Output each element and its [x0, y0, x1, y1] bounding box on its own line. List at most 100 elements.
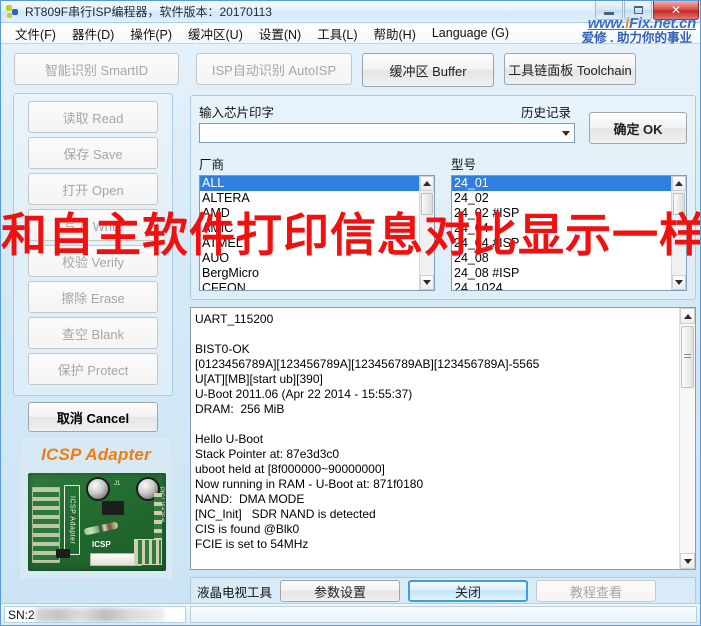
scrollbar-thumb[interactable]	[421, 193, 433, 215]
device-select-panel: 输入芯片印字 历史记录 确定 OK 厂商 ALL ALTERA AMD AMIC…	[190, 95, 696, 300]
close-button[interactable]: ✕	[653, 1, 699, 20]
minimize-icon	[604, 11, 614, 15]
parameter-settings-button[interactable]: 参数设置	[280, 580, 401, 602]
toolchain-button[interactable]: 工具链面板 Toolchain	[504, 53, 636, 85]
tutorial-button[interactable]: 教程查看	[536, 580, 657, 602]
bottom-toolbar: 液晶电视工具 参数设置 关闭 教程查看	[190, 577, 696, 605]
operations-group: 读取 Read 保存 Save 打开 Open 写入 Write 校验 Veri…	[13, 93, 173, 396]
pcb-pads-icon	[134, 539, 162, 565]
chip-combo-labels: 输入芯片印字 历史记录	[199, 102, 575, 121]
autoisp-button[interactable]: ISP自动识别 AutoISP	[196, 53, 352, 85]
ic-chip-icon	[102, 501, 124, 515]
adapter-title: ICSP Adapter	[41, 445, 151, 464]
chip-search-input[interactable]	[200, 125, 558, 141]
log-text: UART_115200 BIST0-OK [0123456789A][12345…	[195, 312, 540, 551]
list-item[interactable]: AUO	[200, 251, 419, 266]
title-bar: RT809F串行ISP编程器，软件版本：20170113 ✕	[1, 1, 700, 23]
model-listbox[interactable]: 24_01 24_02 24_02 #ISP 24_04 24_04 #ISP …	[451, 175, 687, 291]
manufacturer-column: 厂商 ALL ALTERA AMD AMIC ATMEL AUO BergMic…	[199, 154, 435, 291]
list-item[interactable]: 24_04 #ISP	[452, 236, 671, 251]
window-title: RT809F串行ISP编程器，软件版本：20170113	[25, 5, 272, 19]
pcb-silkscreen-text: ICSP Adapter	[64, 485, 80, 555]
list-item[interactable]: ALTERA	[200, 191, 419, 206]
cancel-button[interactable]: 取消 Cancel	[28, 402, 158, 432]
lists-row: 厂商 ALL ALTERA AMD AMIC ATMEL AUO BergMic…	[199, 154, 687, 291]
menu-item-help[interactable]: 帮助(H)	[366, 22, 424, 45]
ok-button[interactable]: 确定 OK	[589, 112, 687, 144]
main-body: 智能识别 SmartID 读取 Read 保存 Save 打开 Open 写入 …	[1, 44, 700, 624]
pcb-connector-label: ICSP	[92, 540, 111, 549]
chip-search-combobox[interactable]	[199, 123, 575, 143]
write-button[interactable]: 写入 Write	[28, 209, 158, 241]
list-item[interactable]: 24_1024	[452, 281, 671, 290]
menu-item-device[interactable]: 器件(D)	[64, 22, 122, 45]
save-button[interactable]: 保存 Save	[28, 137, 158, 169]
read-button[interactable]: 读取 Read	[28, 101, 158, 133]
list-item[interactable]: 24_08 #ISP	[452, 266, 671, 281]
scroll-up-icon[interactable]	[680, 308, 695, 324]
top-toolbar: ISP自动识别 AutoISP 缓冲区 Buffer 工具链面板 Toolcha…	[190, 48, 696, 87]
icsp-adapter-image: ICSP Adapter ICSP Adapter ICSP J1 PIC12F…	[19, 436, 173, 580]
verify-button[interactable]: 校验 Verify	[28, 245, 158, 277]
scroll-down-icon[interactable]	[672, 275, 686, 290]
open-button[interactable]: 打开 Open	[28, 173, 158, 205]
resistor-icon	[83, 521, 119, 536]
list-item[interactable]: 24_02 #ISP	[452, 206, 671, 221]
scroll-up-icon[interactable]	[672, 176, 686, 191]
ic-chip-icon	[56, 549, 70, 558]
smartid-button[interactable]: 智能识别 SmartID	[14, 53, 179, 85]
list-item[interactable]: 24_08	[452, 251, 671, 266]
menu-item-tools[interactable]: 工具(L)	[309, 22, 365, 45]
blank-check-button[interactable]: 查空 Blank	[28, 317, 158, 349]
chip-combo-wrap: 输入芯片印字 历史记录	[199, 102, 575, 143]
list-item[interactable]: 24_04	[452, 221, 671, 236]
maximize-button[interactable]	[624, 1, 652, 20]
model-label: 型号	[451, 158, 477, 172]
menu-bar: 文件(F) 器件(D) 操作(P) 缓冲区(U) 设置(N) 工具(L) 帮助(…	[1, 23, 700, 44]
list-item[interactable]: CFEON	[200, 281, 419, 290]
chip-search-row: 输入芯片印字 历史记录 确定 OK	[199, 102, 687, 144]
scroll-down-icon[interactable]	[680, 553, 695, 569]
list-item[interactable]: ALL	[200, 176, 419, 191]
scroll-down-icon[interactable]	[420, 275, 434, 290]
pcb-j1-label: J1	[114, 481, 121, 487]
model-column: 型号 24_01 24_02 24_02 #ISP 24_04 24_04 #I…	[451, 154, 687, 291]
scrollbar-thumb[interactable]	[681, 326, 694, 388]
protect-button[interactable]: 保护 Protect	[28, 353, 158, 385]
menu-item-language[interactable]: Language (G)	[424, 24, 517, 42]
chip-input-label: 输入芯片印字	[199, 106, 275, 120]
maximize-icon	[633, 6, 643, 14]
manufacturer-listbox[interactable]: ALL ALTERA AMD AMIC ATMEL AUO BergMicro …	[199, 175, 435, 291]
list-item[interactable]: BergMicro	[200, 266, 419, 281]
lcd-tv-tool-label: 液晶电视工具	[197, 585, 273, 600]
erase-button[interactable]: 擦除 Erase	[28, 281, 158, 313]
chevron-down-icon[interactable]	[558, 124, 574, 142]
scrollbar-thumb[interactable]	[673, 193, 685, 215]
menu-item-buffer[interactable]: 缓冲区(U)	[180, 22, 251, 45]
menu-item-file[interactable]: 文件(F)	[7, 22, 64, 45]
capacitor-icon	[86, 477, 110, 501]
list-item[interactable]: AMIC	[200, 221, 419, 236]
manufacturer-label: 厂商	[199, 158, 225, 172]
log-output-panel[interactable]: UART_115200 BIST0-OK [0123456789A][12345…	[190, 307, 696, 570]
minimize-button[interactable]	[595, 1, 623, 20]
manufacturer-items: ALL ALTERA AMD AMIC ATMEL AUO BergMicro …	[200, 176, 419, 290]
menu-item-operation[interactable]: 操作(P)	[122, 22, 180, 45]
list-item[interactable]: 24_02	[452, 191, 671, 206]
model-scrollbar[interactable]	[671, 176, 686, 290]
serial-number-cell: SN:2	[4, 606, 186, 623]
menu-item-settings[interactable]: 设置(N)	[251, 22, 309, 45]
window-controls: ✕	[595, 1, 699, 20]
log-scrollbar[interactable]	[679, 308, 695, 569]
buffer-button[interactable]: 缓冲区 Buffer	[362, 53, 494, 87]
scroll-up-icon[interactable]	[420, 176, 434, 191]
right-panel: ISP自动识别 AutoISP 缓冲区 Buffer 工具链面板 Toolcha…	[190, 48, 696, 624]
left-panel: 智能识别 SmartID 读取 Read 保存 Save 打开 Open 写入 …	[5, 48, 187, 624]
list-item[interactable]: AMD	[200, 206, 419, 221]
manufacturer-scrollbar[interactable]	[419, 176, 434, 290]
grip-icon	[684, 354, 691, 360]
list-item[interactable]: ATMEL	[200, 236, 419, 251]
list-item[interactable]: 24_01	[452, 176, 671, 191]
serial-number-redacted	[35, 608, 165, 622]
close-dialog-button[interactable]: 关闭	[408, 580, 529, 602]
